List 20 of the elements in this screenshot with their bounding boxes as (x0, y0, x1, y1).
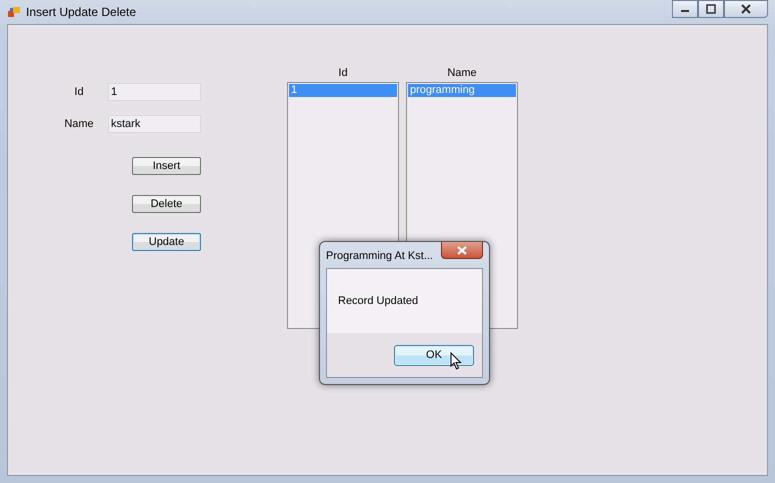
text-field[interactable]: 1 (108, 83, 201, 101)
field-label: Id (73, 86, 85, 98)
text-field[interactable]: kstark (108, 115, 201, 133)
field-label: Name (63, 118, 95, 130)
list-header: Id (338, 67, 348, 79)
form-button[interactable]: Update (132, 233, 201, 251)
cursor-icon (450, 352, 462, 370)
ok-button[interactable]: OK (394, 344, 474, 366)
close-icon (457, 246, 467, 254)
close-button[interactable] (724, 0, 768, 18)
window-title: Insert Update Delete (26, 5, 136, 19)
form-button[interactable]: Delete (132, 195, 201, 213)
maximize-button[interactable] (698, 0, 724, 18)
form-button[interactable]: Insert (132, 157, 201, 175)
close-button[interactable] (441, 242, 483, 259)
close-icon (741, 4, 751, 14)
maximize-icon (706, 4, 716, 14)
minimize-button[interactable] (672, 0, 698, 18)
app-icon (7, 5, 21, 19)
list-header: Name (447, 67, 477, 79)
